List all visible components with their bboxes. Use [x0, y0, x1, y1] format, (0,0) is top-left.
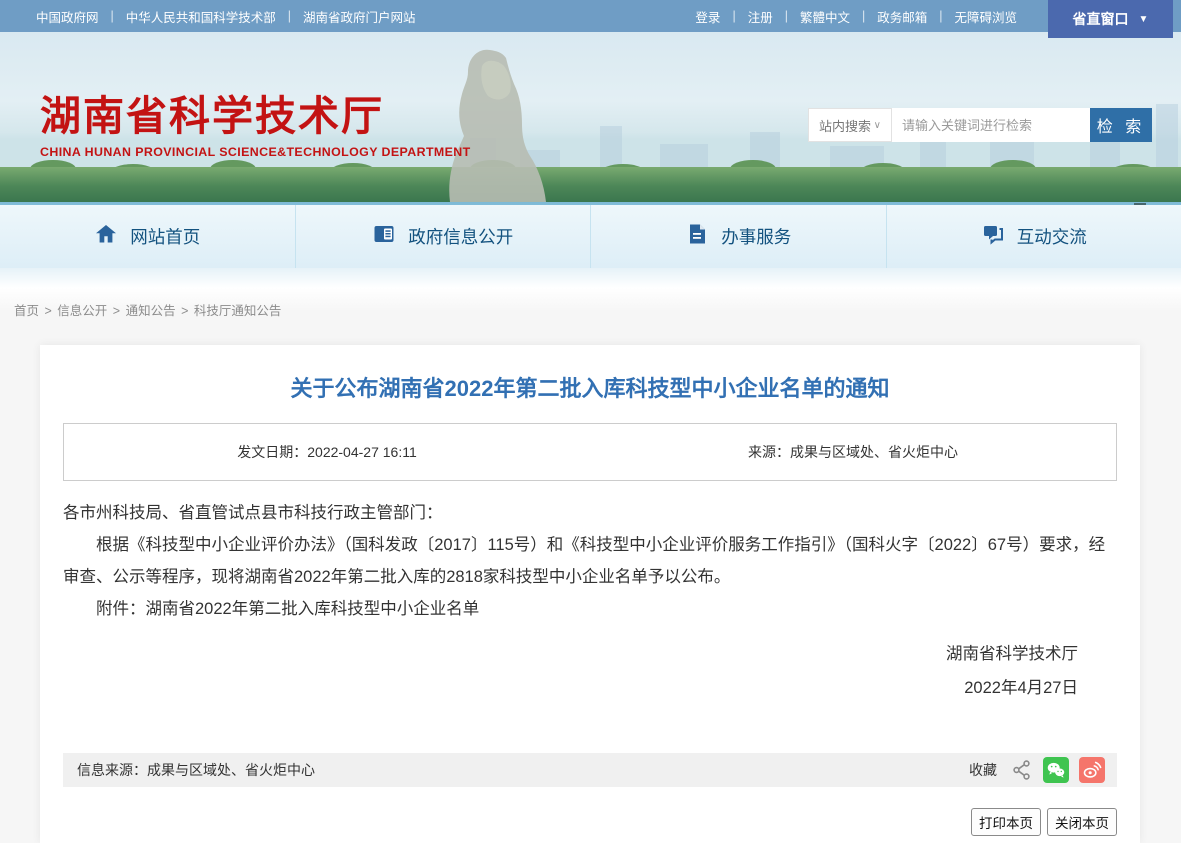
search-button[interactable]: 检 索 [1090, 108, 1152, 142]
breadcrumb: 首页 > 信息公开 > 通知公告 > 科技厅通知公告 [14, 300, 283, 319]
main-nav: 网站首页 政府信息公开 办事服务 互动交流 [0, 205, 1181, 268]
signature-block: 湖南省科学技术厅 2022年4月27日 [946, 637, 1078, 705]
publish-date-value: 2022-04-27 16:11 [307, 444, 417, 460]
breadcrumb-info[interactable]: 信息公开 [57, 304, 107, 318]
chevron-down-icon: ▼ [1139, 14, 1149, 25]
share-icon[interactable] [1011, 759, 1033, 781]
select-arrow-icon: ∨ [874, 120, 881, 131]
nav-tab-interaction[interactable]: 互动交流 [887, 205, 1181, 268]
info-source: 信息来源：成果与区域处、省火炬中心 [77, 760, 315, 780]
separator: | [785, 9, 788, 23]
link-login[interactable]: 登录 [695, 7, 720, 26]
info-doc-icon [372, 222, 396, 251]
link-hunan-gov[interactable]: 湖南省政府门户网站 [303, 7, 416, 26]
nav-tab-label: 互动交流 [1017, 224, 1087, 249]
topbar-left-links: 中国政府网 | 中华人民共和国科学技术部 | 湖南省政府门户网站 [36, 7, 416, 26]
nav-tab-gov-info[interactable]: 政府信息公开 [296, 205, 592, 268]
article-card: 关于公布湖南省2022年第二批入库科技型中小企业名单的通知 发文日期：2022-… [40, 345, 1140, 843]
breadcrumb-notices[interactable]: 通知公告 [126, 304, 176, 318]
close-page-button[interactable]: 关闭本页 [1047, 808, 1117, 836]
article-paragraph: 各市州科技局、省直管试点县市科技行政主管部门： [63, 497, 1117, 529]
provincial-window-dropdown[interactable]: 省直窗口 ▼ [1048, 0, 1173, 38]
topbar-right-links: 登录 | 注册 | 繁體中文 | 政务邮箱 | 无障碍浏览 [695, 7, 1017, 26]
banner: 湖南省科学技术厅 CHINA HUNAN PROVINCIAL SCIENCE&… [0, 32, 1181, 205]
print-page-button[interactable]: 打印本页 [971, 808, 1041, 836]
publish-date-label: 发文日期： [237, 444, 307, 460]
site-title-english: CHINA HUNAN PROVINCIAL SCIENCE&TECHNOLOG… [40, 145, 471, 159]
chat-icon [981, 222, 1005, 251]
separator: | [939, 9, 942, 23]
trees-band-graphic [0, 167, 1181, 205]
link-most[interactable]: 中华人民共和国科学技术部 [126, 7, 276, 26]
link-gov-mailbox[interactable]: 政务邮箱 [877, 7, 927, 26]
home-icon [94, 222, 118, 251]
nav-tab-label: 政府信息公开 [408, 224, 513, 249]
article-meta-box: 发文日期：2022-04-27 16:11 来源：成果与区域处、省火炬中心 [63, 423, 1117, 481]
wechat-share-icon[interactable] [1043, 757, 1069, 783]
breadcrumb-home[interactable]: 首页 [14, 304, 39, 318]
nav-tab-services[interactable]: 办事服务 [591, 205, 887, 268]
breadcrumb-separator: > [113, 304, 120, 318]
breadcrumb-separator: > [181, 304, 188, 318]
breadcrumb-current: 科技厅通知公告 [194, 304, 282, 318]
source-label: 来源： [748, 444, 790, 460]
nav-tab-label: 办事服务 [721, 224, 791, 249]
link-register[interactable]: 注册 [748, 7, 773, 26]
attachment-line: 附件：湖南省2022年第二批入库科技型中小企业名单 [63, 593, 1117, 625]
search-input[interactable] [892, 108, 1090, 142]
nav-tab-label: 网站首页 [130, 224, 200, 249]
info-source-label: 信息来源： [77, 762, 147, 778]
article-body: 各市州科技局、省直管试点县市科技行政主管部门： 根据《科技型中小企业评价办法》（… [63, 497, 1117, 625]
publish-date: 发文日期：2022-04-27 16:11 [64, 442, 590, 462]
breadcrumb-separator: > [45, 304, 52, 318]
article-paragraph: 根据《科技型中小企业评价办法》（国科发政〔2017〕115号）和《科技型中小企业… [63, 529, 1117, 593]
signature-date: 2022年4月27日 [946, 671, 1078, 705]
site-search: 站内搜索 ∨ 检 索 [808, 108, 1152, 142]
page-actions: 打印本页 关闭本页 [971, 808, 1117, 836]
separator: | [862, 9, 865, 23]
top-utility-bar: 中国政府网 | 中华人民共和国科学技术部 | 湖南省政府门户网站 登录 | 注册… [0, 0, 1181, 32]
separator: | [111, 9, 114, 23]
info-source-bar: 信息来源：成果与区域处、省火炬中心 收藏 [63, 753, 1117, 787]
info-source-value: 成果与区域处、省火炬中心 [147, 762, 315, 778]
article-source: 来源：成果与区域处、省火炬中心 [590, 442, 1116, 462]
article-title: 关于公布湖南省2022年第二批入库科技型中小企业名单的通知 [40, 371, 1140, 403]
search-scope-select[interactable]: 站内搜索 ∨ [808, 108, 892, 142]
source-value: 成果与区域处、省火炬中心 [790, 444, 958, 460]
link-traditional-chinese[interactable]: 繁體中文 [800, 7, 850, 26]
service-file-icon [685, 222, 709, 251]
link-accessibility[interactable]: 无障碍浏览 [954, 7, 1017, 26]
share-tools: 收藏 [969, 757, 1105, 783]
nav-tab-home[interactable]: 网站首页 [0, 205, 296, 268]
link-china-gov[interactable]: 中国政府网 [36, 7, 99, 26]
search-scope-label: 站内搜索 [819, 116, 871, 135]
provincial-window-label: 省直窗口 [1073, 9, 1129, 29]
page: 中国政府网 | 中华人民共和国科学技术部 | 湖南省政府门户网站 登录 | 注册… [0, 0, 1181, 843]
favorite-button[interactable]: 收藏 [969, 760, 997, 780]
site-title: 湖南省科学技术厅 [40, 90, 471, 143]
site-logo: 湖南省科学技术厅 CHINA HUNAN PROVINCIAL SCIENCE&… [40, 90, 471, 159]
separator: | [288, 9, 291, 23]
weibo-share-icon[interactable] [1079, 757, 1105, 783]
separator: | [732, 9, 735, 23]
signature-org: 湖南省科学技术厅 [946, 637, 1078, 671]
